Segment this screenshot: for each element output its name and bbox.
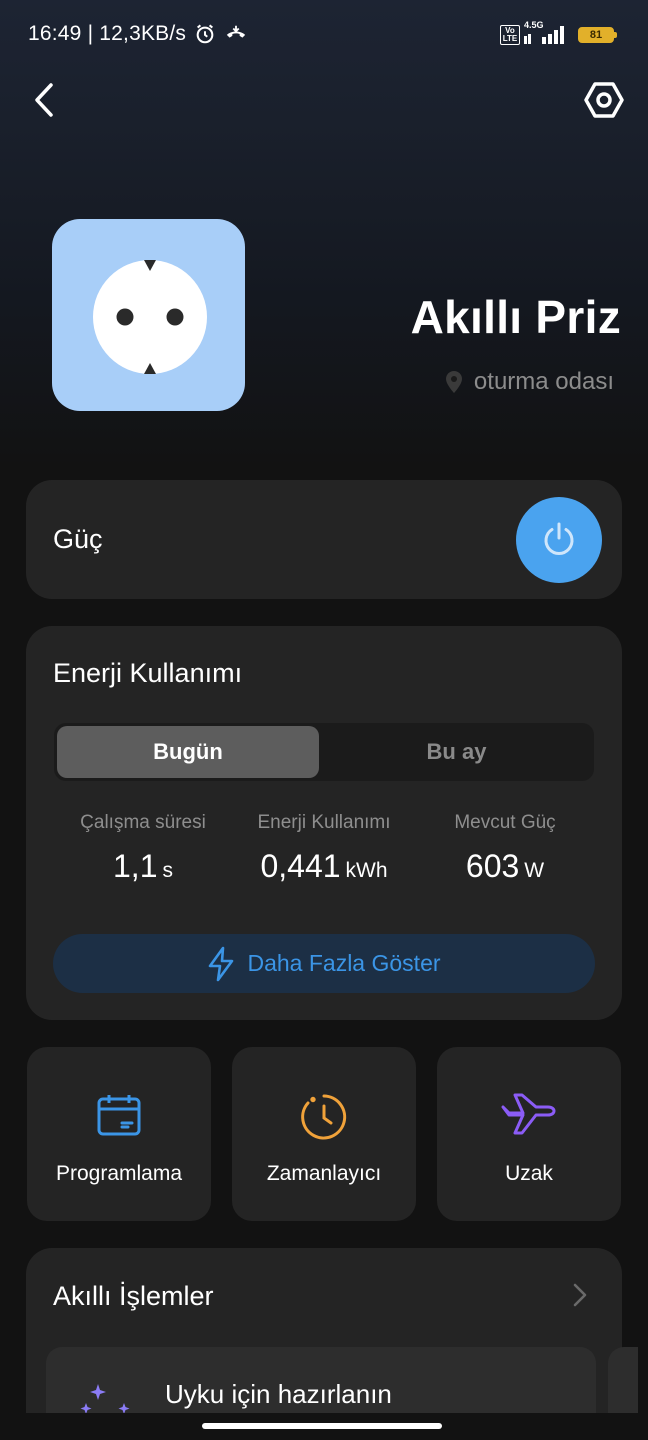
signal-icon: 4.5G	[524, 20, 568, 46]
network-label: 4.5G	[524, 20, 544, 30]
timer-label: Zamanlayıcı	[266, 1162, 382, 1185]
scene-label: Uyku için hazırlanın	[165, 1379, 392, 1409]
device-location-label: oturma odası	[473, 368, 614, 395]
power-label: Güç	[53, 524, 103, 554]
lightning-icon	[207, 946, 235, 982]
away-label: Uzak	[505, 1162, 553, 1185]
stat-unit: kWh	[345, 859, 388, 882]
stat-energy-usage: Enerji Kullanımı 0,441 kWh	[234, 812, 414, 885]
status-time-speed: 16:49 | 12,3KB/s	[28, 22, 187, 45]
status-left: 16:49 | 12,3KB/s	[28, 22, 248, 46]
show-more-label: Daha Fazla Göster	[247, 950, 441, 976]
stat-label: Mevcut Güç	[454, 812, 556, 833]
back-arrow-icon	[35, 83, 53, 117]
energy-title: Enerji Kullanımı	[53, 658, 243, 688]
timer-tile[interactable]: Zamanlayıcı	[232, 1047, 416, 1221]
chevron-right-icon[interactable]	[572, 1282, 588, 1308]
power-toggle-button[interactable]	[516, 497, 602, 583]
battery-icon: 81	[578, 27, 617, 43]
power-card: Güç	[26, 480, 622, 599]
stat-value: 0,441	[260, 848, 341, 884]
stat-value: 1,1	[113, 848, 158, 884]
device-location[interactable]: oturma odası	[445, 368, 614, 396]
device-title: Akıllı Priz	[410, 291, 621, 343]
energy-card: Enerji Kullanımı Bugün Bu ay Çalışma sür…	[26, 626, 622, 1020]
smart-actions-title: Akıllı İşlemler	[53, 1281, 214, 1311]
status-bar: 16:49 | 12,3KB/s Vo LTE 4.5G 81	[0, 0, 648, 72]
alarm-icon	[194, 23, 216, 45]
schedule-tile[interactable]: Programlama	[27, 1047, 211, 1221]
smart-actions-card: Akıllı İşlemler Uyku için hazırlanın	[26, 1248, 638, 1440]
power-icon	[544, 522, 574, 555]
stat-value: 603	[465, 848, 520, 884]
show-more-button[interactable]: Daha Fazla Göster	[53, 934, 595, 993]
status-right: Vo LTE 4.5G 81	[500, 20, 617, 46]
stat-value-row: 0,441 kWh	[234, 848, 414, 885]
stat-unit: s	[162, 859, 173, 882]
app-root: 16:49 | 12,3KB/s Vo LTE 4.5G 81 Akıllı P…	[0, 0, 648, 1440]
location-pin-icon	[445, 371, 462, 393]
battery-level: 81	[589, 29, 603, 41]
clock-icon	[232, 1093, 416, 1141]
stat-current-power: Mevcut Güç 603 W	[415, 812, 595, 885]
call-icon	[224, 23, 248, 45]
settings-hex-icon	[584, 82, 624, 118]
schedule-label: Programlama	[55, 1162, 183, 1185]
stat-label: Çalışma süresi	[80, 812, 206, 833]
stat-value-row: 1,1 s	[53, 848, 233, 885]
socket-icon	[93, 260, 207, 374]
stat-label: Enerji Kullanımı	[257, 812, 391, 833]
away-tile[interactable]: Uzak	[437, 1047, 621, 1221]
airplane-icon	[437, 1093, 621, 1139]
settings-button[interactable]	[582, 78, 626, 122]
back-button[interactable]	[24, 80, 64, 120]
stat-unit: W	[524, 859, 545, 882]
stat-value-row: 603 W	[415, 848, 595, 885]
calendar-icon	[27, 1093, 211, 1137]
tab-today[interactable]: Bugün	[57, 726, 319, 778]
period-segmented-control: Bugün Bu ay	[54, 723, 594, 781]
volte-icon: Vo LTE	[500, 25, 520, 45]
tab-this-month[interactable]: Bu ay	[322, 726, 591, 778]
home-indicator[interactable]	[202, 1423, 442, 1429]
device-image	[52, 219, 245, 411]
stat-runtime: Çalışma süresi 1,1 s	[53, 812, 233, 885]
